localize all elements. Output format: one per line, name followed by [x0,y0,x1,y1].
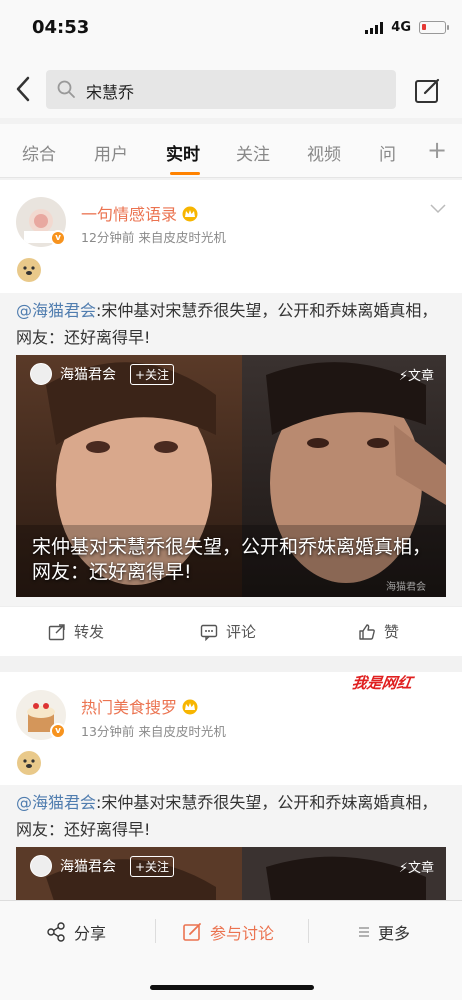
status-bar: 04:53 4G [0,0,462,60]
discuss-label: 参与讨论 [210,924,275,943]
card-author-avatar [30,855,52,877]
battery-icon [419,21,449,34]
comment-label: 评论 [226,623,257,641]
like-label: 赞 [384,623,400,641]
comment-icon [200,624,218,641]
username-text: 热门美食搜罗 [81,698,178,717]
repost-label: 转发 [74,623,105,641]
thumbs-up-icon [359,623,375,640]
more-label: 更多 [378,924,411,943]
article-card-image[interactable]: 海猫君会 +关注 ⚡文章 宋仲基对宋慧乔很失望，公开和乔妹离婚真相，网友：还好离… [16,355,446,597]
follow-button[interactable]: +关注 [130,855,175,877]
verified-badge-icon: v [50,723,66,739]
search-query: 宋慧乔 [86,83,135,102]
back-arrow-icon[interactable] [13,75,35,103]
card-header: 海猫君会 +关注 [30,855,175,877]
crown-icon [182,699,198,715]
repost-block[interactable]: @海猫君会:宋仲基对宋慧乔很失望，公开和乔妹离婚真相，网友：还好离得早! 海猫君… [0,785,462,907]
username-text: 一句情感语录 [81,205,178,224]
follow-button[interactable]: +关注 [130,363,175,385]
article-label: 文章 [407,861,434,876]
watermark: 海猫君会 [386,582,426,593]
network-label: 4G [391,20,411,35]
overlay-logo: 我是网红 [350,674,414,692]
signal-icon [365,21,384,34]
chevron-down-icon[interactable] [430,204,446,214]
verified-badge-icon: v [50,230,66,246]
tab-following[interactable]: 关注 [236,140,270,165]
article-label: 文章 [407,369,434,384]
repost-button[interactable]: 转发 [48,621,104,642]
share-icon [47,922,65,942]
tab-video[interactable]: 视频 [307,140,341,165]
active-tab-indicator [170,172,200,175]
home-indicator [150,985,314,990]
edit-icon [183,923,201,941]
tab-realtime[interactable]: 实时 [166,140,200,165]
share-button[interactable]: 分享 [46,920,106,944]
compose-icon[interactable] [414,76,442,104]
tab-questions[interactable]: 问 [379,140,396,165]
comment-button[interactable]: 评论 [200,621,256,642]
status-time: 04:53 [32,17,90,38]
discuss-button[interactable]: 参与讨论 [182,920,274,944]
repost-text: @海猫君会:宋仲基对宋慧乔很失望，公开和乔妹离婚真相，网友：还好离得早! [16,789,446,843]
like-button[interactable]: 赞 [358,621,399,642]
more-button[interactable]: 更多 [358,920,410,944]
repost-block[interactable]: @海猫君会:宋仲基对宋慧乔很失望，公开和乔妹离婚真相，网友：还好离得早! 海猫君… [0,293,462,613]
tab-users[interactable]: 用户 [94,140,128,165]
card-author: 海猫君会 [60,859,116,875]
crown-icon [182,206,198,222]
post-username[interactable]: 一句情感语录 [81,201,199,225]
doge-emoji-icon [17,258,41,282]
card-author: 海猫君会 [60,367,116,383]
search-header: 宋慧乔 [0,60,462,118]
share-arrow-icon [48,623,65,640]
card-header: 海猫君会 +关注 [30,363,175,385]
article-tag: ⚡文章 [398,861,434,876]
doge-emoji-icon [17,751,41,775]
share-label: 分享 [74,924,107,943]
article-tag: ⚡文章 [398,369,434,384]
divider [308,919,309,943]
post-meta: 13分钟前 来自皮皮时光机 [81,724,226,739]
post-meta: 12分钟前 来自皮皮时光机 [81,230,226,245]
repost-text: @海猫君会:宋仲基对宋慧乔很失望，公开和乔妹离婚真相，网友：还好离得早! [16,297,446,351]
search-input[interactable]: 宋慧乔 [46,70,396,109]
menu-lines-icon [359,927,369,937]
post-card[interactable]: v 一句情感语录 12分钟前 来自皮皮时光机 [0,180,462,293]
post-username[interactable]: 热门美食搜罗 [81,694,199,718]
tab-comprehensive[interactable]: 综合 [22,140,56,165]
mention-link[interactable]: @海猫君会 [16,793,96,812]
post-actions: 转发 评论 赞 [0,606,462,656]
article-card-image[interactable]: 海猫君会 +关注 ⚡文章 [16,847,446,907]
filter-tabs: 综合 用户 实时 关注 视频 问 + [0,124,462,178]
divider [155,919,156,943]
add-tab-icon[interactable]: + [427,136,447,164]
mention-link[interactable]: @海猫君会 [16,301,96,320]
article-caption: 宋仲基对宋慧乔很失望，公开和乔妹离婚真相，网友：还好离得早! [32,536,432,583]
card-author-avatar [30,363,52,385]
search-icon [57,80,75,98]
